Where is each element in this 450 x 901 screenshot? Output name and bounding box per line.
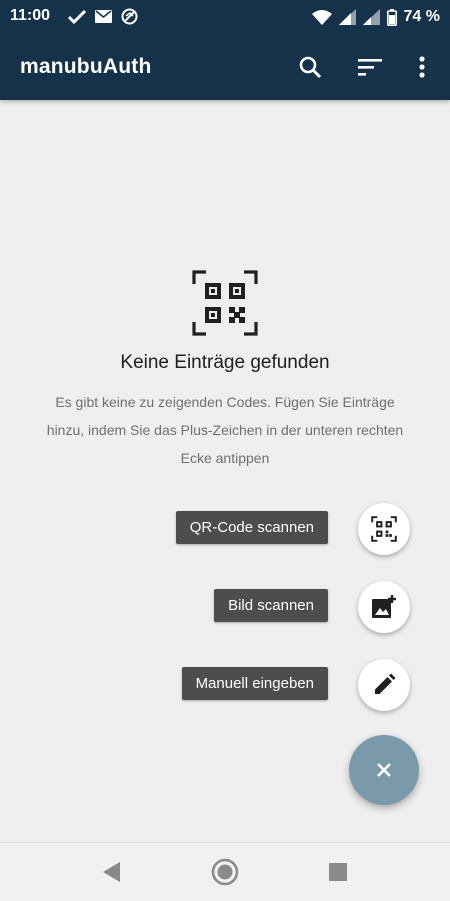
- empty-state: Keine Einträge gefunden Es gibt keine zu…: [0, 270, 450, 472]
- qr-code-scan-icon: [371, 516, 397, 542]
- sort-button[interactable]: [354, 51, 386, 83]
- more-vert-icon: [419, 56, 425, 78]
- image-scan-button[interactable]: [358, 581, 410, 633]
- search-button[interactable]: [294, 51, 326, 83]
- pencil-icon: [375, 673, 396, 694]
- home-icon: [211, 858, 239, 886]
- wifi-icon: [311, 10, 332, 25]
- qr-scan-label[interactable]: QR-Code scannen: [175, 511, 328, 544]
- recents-button[interactable]: [323, 857, 353, 887]
- back-icon: [103, 862, 120, 882]
- close-icon: [377, 763, 391, 777]
- battery-percentage: 74 %: [403, 8, 440, 25]
- navigation-bar: [0, 842, 450, 901]
- recents-icon: [329, 863, 347, 881]
- sort-icon: [358, 59, 382, 76]
- close-fab-button[interactable]: [349, 735, 419, 805]
- battery-icon: [386, 8, 397, 26]
- manual-entry-label[interactable]: Manuell eingeben: [181, 667, 328, 700]
- image-scan-label[interactable]: Bild scannen: [214, 589, 328, 622]
- back-button[interactable]: [97, 857, 127, 887]
- home-button[interactable]: [210, 857, 240, 887]
- empty-description: Es gibt keine zu zeigenden Codes. Fügen …: [46, 394, 404, 466]
- check-icon: [68, 9, 86, 24]
- add-photo-icon: [372, 595, 396, 618]
- empty-title: Keine Einträge gefunden: [120, 352, 330, 373]
- sync-off-icon: [121, 8, 138, 25]
- app-title: manubuAuth: [20, 55, 152, 78]
- qr-scan-button[interactable]: [358, 503, 410, 555]
- qr-code-scan-icon: [192, 270, 258, 336]
- signal-icon: [362, 9, 380, 25]
- status-left-icons: [68, 8, 138, 25]
- more-options-button[interactable]: [406, 51, 438, 83]
- signal-icon: [338, 9, 356, 25]
- status-time: 11:00: [10, 7, 51, 24]
- mail-icon: [95, 10, 112, 23]
- search-icon: [299, 56, 322, 79]
- app-bar: manubuAuth: [0, 34, 450, 100]
- status-right-icons: 74 %: [311, 8, 440, 26]
- status-bar: 11:00 74 %: [0, 0, 450, 34]
- manual-entry-button[interactable]: [358, 659, 410, 711]
